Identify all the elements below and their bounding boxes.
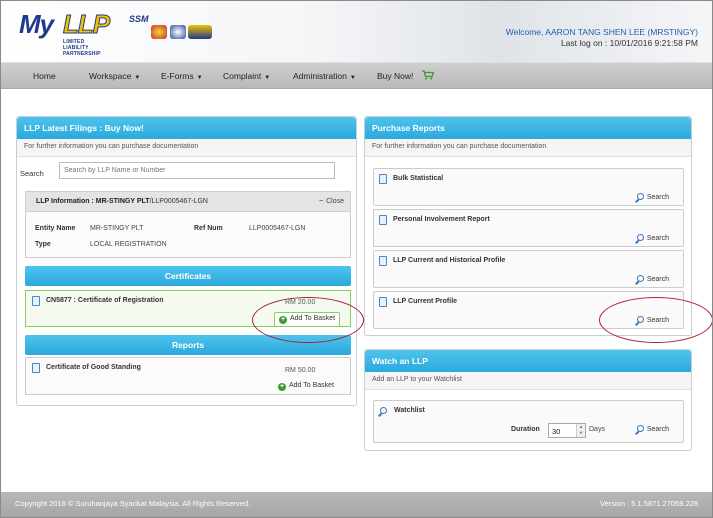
ssm-logo-icon bbox=[188, 25, 212, 39]
magnifier-icon bbox=[636, 234, 644, 241]
magnifier-icon bbox=[636, 425, 644, 432]
report-title: Certificate of Good Standing bbox=[46, 364, 141, 371]
magnifier-icon bbox=[636, 193, 644, 200]
chevron-down-icon: ▼ bbox=[349, 75, 356, 81]
main-nav: Home Workspace ▼ E-Forms ▼ Complaint ▼ Admi… bbox=[1, 62, 712, 89]
document-icon bbox=[379, 174, 387, 184]
type-value: LOCAL REGISTRATION bbox=[90, 241, 167, 248]
duration-stepper[interactable]: 30 ▲ ▼ bbox=[548, 423, 586, 438]
footer: Copyright 2016 © Suruhanjaya Syarikat Ma… bbox=[1, 492, 712, 517]
type-label: Type bbox=[35, 241, 51, 248]
report-current-historical-profile: LLP Current and Historical Profile Searc… bbox=[373, 250, 684, 288]
certificates-header: Certificates bbox=[25, 266, 351, 286]
plus-circle-icon: + bbox=[278, 383, 286, 391]
report-title: LLP Current Profile bbox=[393, 298, 458, 305]
logo-my: My bbox=[19, 9, 54, 39]
magnifier-icon bbox=[380, 407, 387, 414]
app-window: My LLP SSM LIMITED LIABILITY PARTNERSHIP… bbox=[0, 0, 713, 518]
document-icon bbox=[379, 297, 387, 307]
panel-title: Watch an LLP bbox=[365, 350, 691, 372]
header: My LLP SSM LIMITED LIABILITY PARTNERSHIP… bbox=[1, 1, 712, 62]
report-title: Personal Involvement Report bbox=[393, 216, 490, 223]
report-title: Bulk Statistical bbox=[393, 175, 444, 182]
info-title-prefix: LLP Information : bbox=[36, 198, 94, 205]
chevron-down-icon: ▼ bbox=[134, 75, 141, 81]
report-title: LLP Current and Historical Profile bbox=[393, 257, 506, 264]
search-label: Search bbox=[20, 169, 44, 178]
watch-llp-panel: Watch an LLP Add an LLP to your Watchlis… bbox=[364, 349, 692, 451]
llp-information-box: LLP Information : MR-STINGY PLT/LLP00054… bbox=[25, 191, 351, 258]
add-to-basket-button[interactable]: + Add To Basket bbox=[278, 382, 334, 391]
watchlist-box: Watchlist Duration 30 ▲ ▼ Days Search bbox=[373, 400, 684, 443]
spinner-arrows-icon[interactable]: ▲ ▼ bbox=[576, 424, 585, 437]
ref-num-value: LLP0005467-LGN bbox=[249, 225, 306, 232]
panel-subtitle: Add an LLP to your Watchlist bbox=[365, 372, 691, 390]
nav-eforms[interactable]: E-Forms ▼ bbox=[161, 71, 203, 81]
nav-complaint[interactable]: Complaint ▼ bbox=[223, 71, 270, 81]
search-button[interactable]: Search bbox=[636, 425, 669, 433]
duration-value: 30 bbox=[552, 427, 561, 436]
welcome-user[interactable]: AARON TANG SHEN LEE (MRSTINGY) bbox=[545, 27, 698, 37]
document-icon bbox=[32, 296, 40, 306]
version-text: Version : 5.1.5871.27059.228 bbox=[600, 499, 698, 508]
chevron-down-icon: ▼ bbox=[264, 75, 271, 81]
kpdnkk-logo-icon bbox=[170, 25, 186, 39]
report-personal-involvement: Personal Involvement Report Search bbox=[373, 209, 684, 247]
annotation-ellipse bbox=[599, 297, 712, 343]
logo-llp: LLP bbox=[62, 9, 110, 40]
document-icon bbox=[379, 215, 387, 225]
panel-title: LLP Latest Filings : Buy Now! bbox=[17, 117, 356, 139]
logo-tagline: LIMITED LIABILITY PARTNERSHIP bbox=[63, 39, 101, 57]
document-icon bbox=[379, 256, 387, 266]
panel-subtitle: For further information you can purchase… bbox=[17, 139, 356, 157]
last-logon: Last log on : 10/01/2016 9:21:58 PM bbox=[560, 38, 698, 48]
nav-home[interactable]: Home bbox=[33, 71, 56, 81]
search-button[interactable]: Search bbox=[636, 275, 669, 283]
certificate-title: CN5877 : Certificate of Registration bbox=[46, 297, 164, 304]
search-button[interactable]: Search bbox=[636, 234, 669, 242]
magnifier-icon bbox=[636, 275, 644, 282]
report-bulk-statistical: Bulk Statistical Search bbox=[373, 168, 684, 206]
report-price: RM 50.00 bbox=[285, 367, 316, 374]
logo-ssm: SSM bbox=[129, 14, 149, 24]
entity-name-label: Entity Name bbox=[35, 225, 76, 232]
welcome-text: Welcome, AARON TANG SHEN LEE (MRSTINGY) bbox=[506, 27, 698, 37]
search-button[interactable]: Search bbox=[636, 193, 669, 201]
ref-num-label: Ref Num bbox=[194, 225, 223, 232]
watchlist-label: Watchlist bbox=[394, 407, 425, 414]
welcome-prefix: Welcome, bbox=[505, 27, 544, 37]
llp-information-header: LLP Information : MR-STINGY PLT/LLP00054… bbox=[26, 192, 350, 212]
close-button[interactable]: − Close bbox=[319, 198, 344, 205]
malaysia-crest-icon bbox=[151, 25, 167, 39]
document-icon bbox=[32, 363, 40, 373]
panel-title: Purchase Reports bbox=[365, 117, 691, 139]
nav-administration[interactable]: Administration ▼ bbox=[293, 71, 356, 81]
days-label: Days bbox=[589, 426, 605, 433]
annotation-ellipse bbox=[252, 297, 364, 343]
entity-name-value: MR-STINGY PLT bbox=[90, 225, 144, 232]
info-entity-ref: /LLP0005467-LGN bbox=[149, 198, 208, 205]
minus-icon: − bbox=[319, 198, 324, 205]
llp-search-input[interactable] bbox=[59, 162, 335, 179]
nav-workspace[interactable]: Workspace ▼ bbox=[89, 71, 140, 81]
chevron-down-icon: ▼ bbox=[196, 75, 203, 81]
report-row: Certificate of Good Standing RM 50.00 + A… bbox=[25, 357, 351, 395]
duration-label: Duration bbox=[511, 426, 540, 433]
panel-subtitle: For further information you can purchase… bbox=[365, 139, 691, 157]
cart-icon[interactable] bbox=[422, 70, 434, 80]
info-entity-name: MR-STINGY PLT bbox=[95, 198, 150, 205]
nav-buy-now[interactable]: Buy Now! bbox=[377, 71, 413, 81]
copyright-text: Copyright 2016 © Suruhanjaya Syarikat Ma… bbox=[15, 499, 251, 508]
